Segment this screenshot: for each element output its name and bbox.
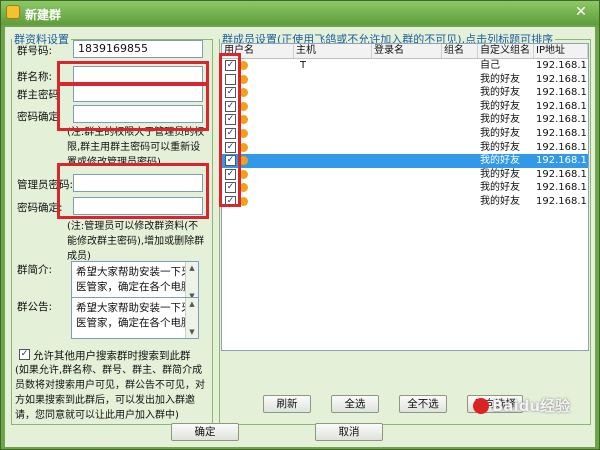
ip-cell: 192.168.1.1	[536, 114, 588, 126]
table-row[interactable]: ✓我的好友192.168.1.1!	[222, 181, 588, 195]
group-number-label: 群号码:	[17, 45, 53, 57]
table-row[interactable]: ✓我的好友192.168.1.1:	[222, 195, 588, 209]
allow-search-checkbox[interactable]: ✓	[19, 349, 30, 360]
table-row[interactable]: ✓我的好友192.168.1.1	[222, 168, 588, 182]
admin-note: (注:管理员可以修改群资料(不能修改群主密码),增加或删除群成员)	[67, 221, 205, 262]
select-none-button[interactable]: 全不选	[399, 395, 447, 413]
cancel-button[interactable]: 取消	[315, 423, 383, 441]
dialog-window: 新建群 ✕ 群资料设置 群号码: 1839169855 群名称: 群主密码 密码…	[0, 0, 600, 450]
custom-group-cell: 我的好友	[480, 182, 520, 194]
refresh-button[interactable]: 刷新	[263, 395, 311, 413]
highlight-box-owner-password	[57, 83, 209, 131]
host-cell: T	[300, 60, 307, 71]
confirm-password-label: 密码确定	[17, 111, 59, 123]
group-number-field[interactable]: 1839169855	[73, 40, 203, 58]
ok-button[interactable]: 确定	[171, 423, 239, 441]
group-intro-text: 希望大家帮助安装一下牙医管家，确定在各个电脑	[76, 266, 192, 293]
column-header-host[interactable]: 主机	[294, 44, 372, 58]
search-note: (如果允许,群名称、群号、群主、群简介成员数将对搜索用户可见，群公告不可见，对方…	[15, 365, 205, 421]
column-header-group[interactable]: 组名	[442, 44, 478, 58]
custom-group-cell: 我的好友	[480, 168, 520, 180]
highlight-box-group-name	[57, 61, 209, 85]
intro-scrollbar[interactable]: ▲ ▼	[185, 262, 198, 302]
ip-cell: 192.168.1.1(	[536, 73, 588, 85]
custom-group-cell: 我的好友	[480, 155, 520, 167]
table-row[interactable]: ✓我的好友192.168.1.1!	[222, 127, 588, 141]
table-row[interactable]: ✓我的好友192.168.1.1(	[222, 154, 588, 168]
notice-scrollbar[interactable]: ▲ ▼	[185, 298, 198, 338]
table-row[interactable]: ✓T自己192.168.1.1(	[222, 59, 588, 73]
ip-cell: 192.168.1.1(	[536, 141, 588, 153]
group-notice-text: 希望大家帮助安装一下牙医管家，确定在各个电脑	[76, 302, 192, 329]
ip-cell: 192.168.1.1	[536, 168, 588, 180]
table-row[interactable]: ✓我的好友192.168.1.1!	[222, 100, 588, 114]
table-row[interactable]: 我的好友 192.168.1.1(	[222, 73, 588, 87]
column-header-login[interactable]: 登录名	[372, 44, 442, 58]
ip-cell: 192.168.1.1!	[536, 128, 588, 139]
ip-cell: 192.168.1.1(	[536, 155, 588, 167]
table-header: 用户名 主机 登录名 组名 自定义组名 IP地址	[222, 44, 588, 59]
group-name-label: 群名称:	[17, 71, 53, 83]
watermark-text: Baidu经验	[492, 397, 571, 415]
ip-cell: 192.168.1.1!	[536, 182, 588, 194]
group-intro-label: 群简介:	[17, 264, 53, 276]
member-table[interactable]: 用户名 主机 登录名 组名 自定义组名 IP地址 ✓T自己192.168.1.1…	[221, 43, 589, 351]
app-icon	[6, 5, 20, 19]
group-notice-label: 群公告:	[17, 301, 53, 313]
scroll-up-icon[interactable]: ▲	[187, 299, 197, 309]
owner-password-label: 群主密码	[17, 89, 59, 101]
custom-group-cell: 我的好友	[480, 100, 520, 112]
select-all-button[interactable]: 全选	[331, 395, 379, 413]
column-header-ip[interactable]: IP地址	[534, 44, 588, 58]
ip-cell: 192.168.1.2!	[536, 87, 588, 99]
ip-cell: 192.168.1.1!	[536, 100, 588, 112]
baidu-paw-icon	[473, 398, 489, 414]
ip-cell: 192.168.1.1:	[536, 196, 588, 207]
custom-group-cell: 我的好友	[480, 73, 520, 85]
custom-group-cell: 我的好友	[480, 128, 520, 139]
window-title: 新建群	[25, 8, 62, 22]
scroll-up-icon[interactable]: ▲	[187, 263, 197, 273]
admin-confirm-label: 密码确定:	[17, 202, 63, 214]
watermark: Baidu经验	[473, 395, 570, 416]
ip-cell: 192.168.1.1(	[536, 60, 588, 71]
custom-group-cell: 我的好友	[480, 196, 520, 207]
group-notice-textarea[interactable]: 希望大家帮助安装一下牙医管家，确定在各个电脑 ▲ ▼	[71, 297, 199, 339]
close-button[interactable]: ✕	[569, 3, 593, 21]
table-row[interactable]: ✓我的好友192.168.1.1	[222, 113, 588, 127]
highlight-box-admin-password	[57, 163, 209, 219]
custom-group-cell: 我的好友	[480, 141, 520, 153]
table-row[interactable]: ✓我的好友192.168.1.1(	[222, 141, 588, 155]
custom-group-cell: 我的好友	[480, 87, 520, 99]
custom-group-cell: 自己	[480, 60, 500, 71]
column-header-custom-group[interactable]: 自定义组名	[478, 44, 534, 58]
table-row[interactable]: ✓我的好友192.168.1.2!	[222, 86, 588, 100]
highlight-box-member-checkboxes	[219, 53, 241, 207]
custom-group-cell: 我的好友	[480, 114, 520, 126]
scroll-down-icon[interactable]: ▼	[187, 327, 197, 337]
title-bar[interactable]: 新建群 ✕	[1, 1, 599, 25]
allow-search-label: 允许其他用户搜索群时搜索到此群	[33, 350, 191, 362]
